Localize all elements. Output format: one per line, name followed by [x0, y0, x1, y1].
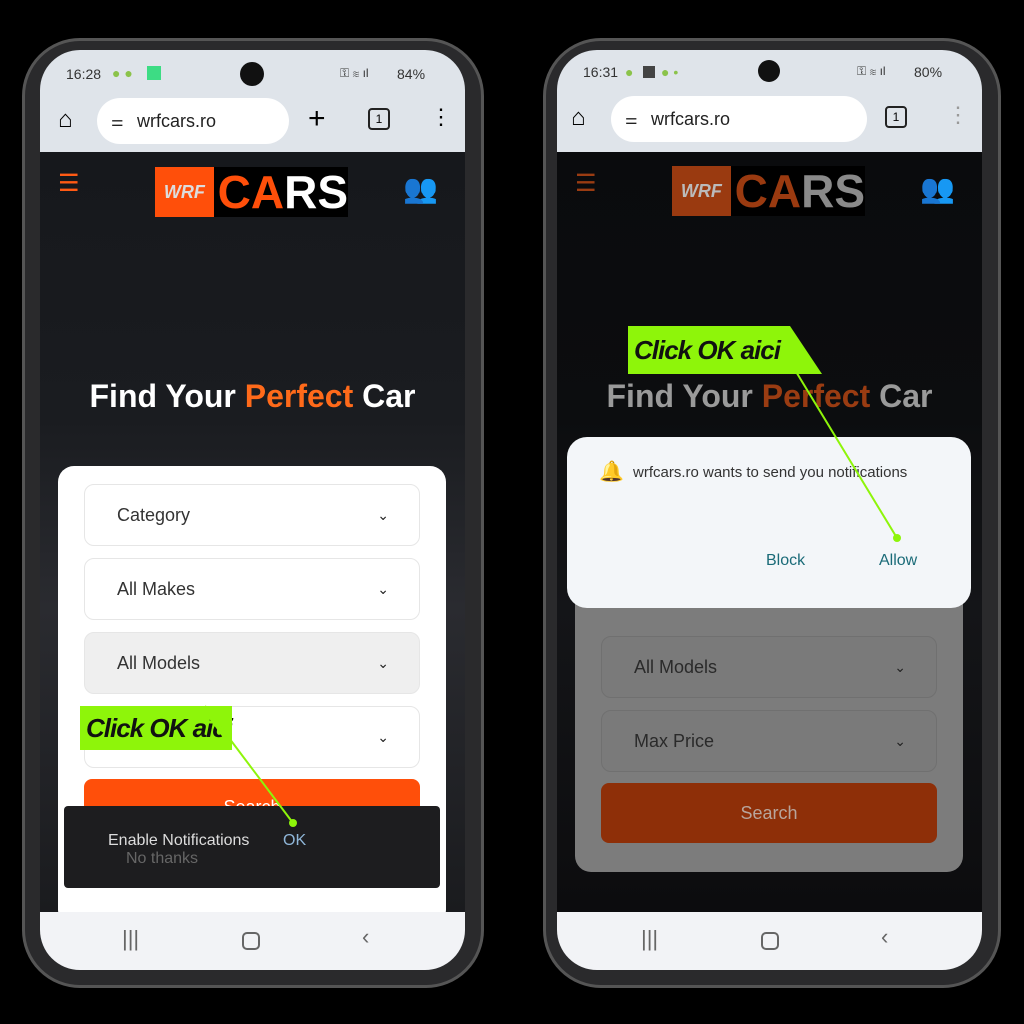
callout-pointer-right: [790, 326, 901, 542]
